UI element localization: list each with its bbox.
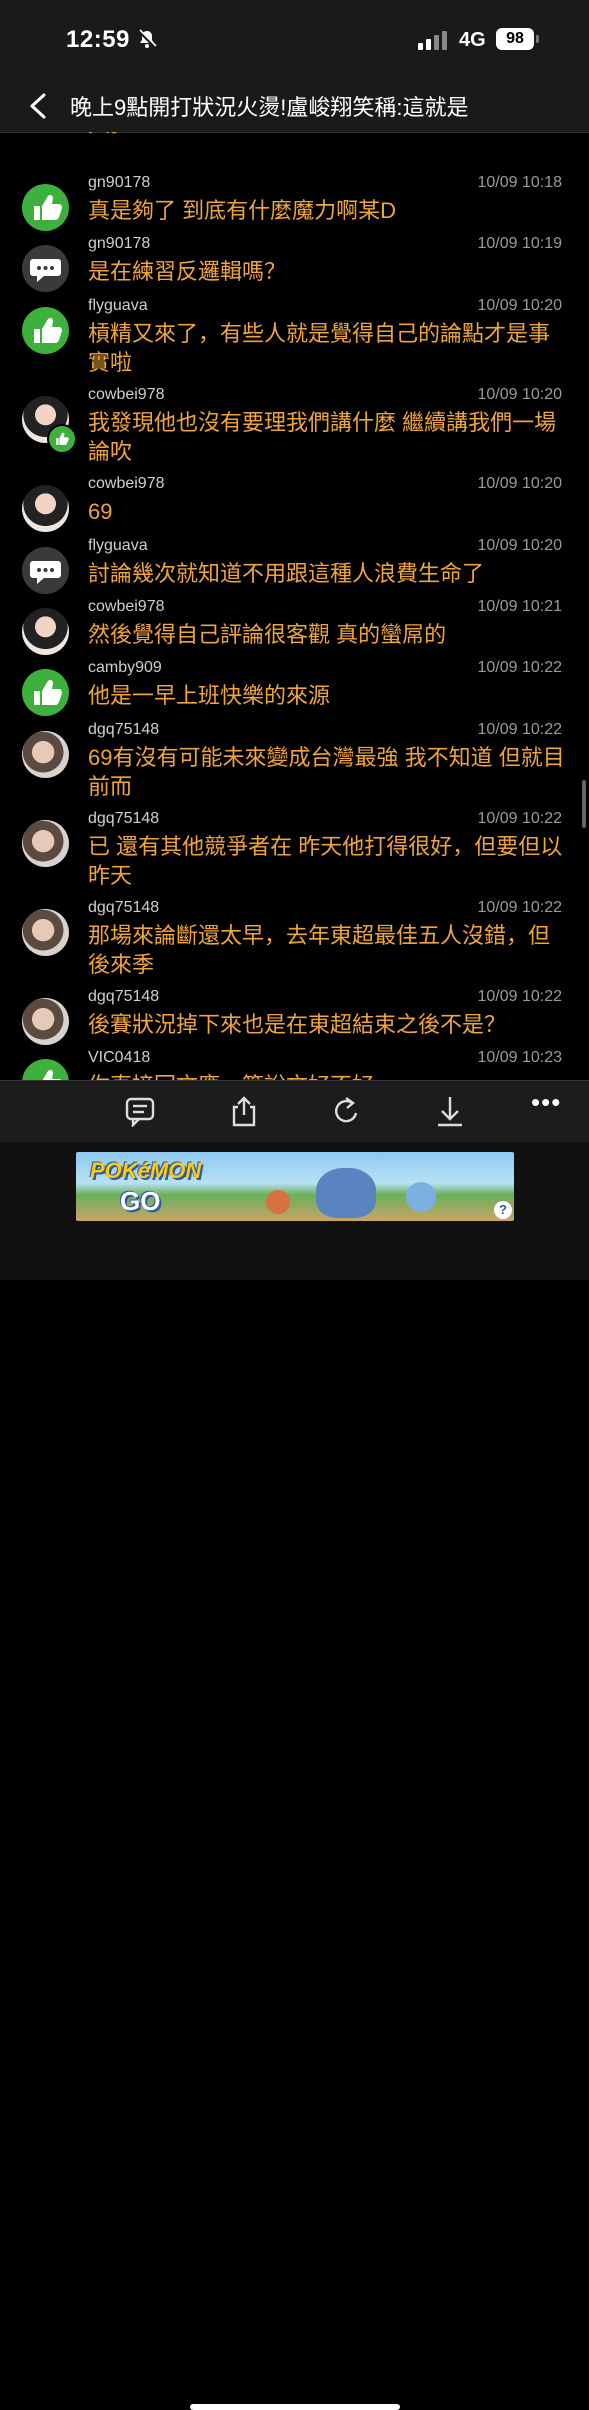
comment-text: 已 還有其他競爭者在 昨天他打得很好，但要但以昨天	[88, 834, 563, 888]
back-arrow-icon[interactable]	[26, 92, 52, 120]
scrollbar[interactable]	[582, 780, 586, 828]
comment-time: 10/09 10:19	[477, 235, 562, 252]
bottom-toolbar: •••	[0, 1080, 589, 1143]
comment-username: cowbei978	[88, 598, 165, 615]
pokemon-figure	[406, 1182, 436, 1212]
comment-text: 他是一早上班快樂的來源	[88, 683, 331, 708]
comment-username: gn90178	[88, 235, 151, 252]
comment-time: 10/09 10:20	[477, 475, 562, 492]
comment-time: 10/09 10:18	[477, 174, 562, 191]
home-indicator[interactable]	[190, 2404, 400, 2410]
ad-logo-sub: GO	[120, 1186, 161, 1216]
like-avatar-icon	[22, 669, 69, 716]
comment-text: 真是夠了 到底有什麼魔力啊某D	[88, 198, 397, 223]
comment-time: 10/09 10:20	[477, 386, 562, 403]
clock: 12:59	[66, 26, 130, 53]
comment-text: 討論幾次就知道不用跟這種人浪費生命了	[88, 561, 485, 586]
comment-text: 69	[88, 499, 113, 524]
comment-username: dgq75148	[88, 810, 160, 827]
comment-text: 那場來論斷還太早，去年東超最佳五人沒錯，但後來季	[88, 923, 551, 977]
comment-time: 10/09 10:20	[477, 537, 562, 554]
pokemon-figure	[266, 1190, 290, 1214]
chat-avatar-icon	[22, 547, 69, 594]
like-avatar-icon	[22, 184, 69, 231]
user-avatar	[22, 909, 69, 956]
comment-text: 槓精又來了，有些人就是覺得自己的論點才是事實啦	[88, 321, 551, 375]
bell-off-icon	[137, 29, 157, 49]
comment-time: 10/09 10:22	[477, 899, 562, 916]
like-badge-icon	[47, 424, 77, 454]
comment-list[interactable]: 人。 gn90178 10/09 10:18 真是夠了 到底有什麼魔力啊某D gn90…	[0, 132, 589, 1080]
comment-time: 10/09 10:22	[477, 659, 562, 676]
comment-username: flyguava	[88, 297, 148, 314]
share-icon[interactable]	[228, 1095, 260, 1127]
comment-username: gn90178	[88, 174, 151, 191]
network-type: 4G	[459, 29, 486, 51]
user-avatar	[22, 485, 69, 532]
ad-container: POKéMON GO ?	[0, 1142, 589, 2410]
comment-username: flyguava	[88, 537, 148, 554]
comment-time: 10/09 10:22	[477, 721, 562, 738]
comment-username: camby909	[88, 659, 162, 676]
pokemon-figure	[316, 1168, 376, 1218]
article-title: 晚上9點開打狀況火燙!盧峻翔笑稱:這就是	[70, 95, 469, 120]
user-avatar	[22, 998, 69, 1045]
comment-text: 69有沒有可能未來變成台灣最強 我不知道 但就目前而	[88, 745, 565, 799]
battery-cap	[536, 35, 539, 43]
signal-icon	[418, 31, 447, 50]
comment-time: 10/09 10:23	[477, 1049, 562, 1066]
refresh-icon[interactable]	[331, 1095, 363, 1127]
user-avatar	[22, 608, 69, 655]
like-avatar-icon	[22, 307, 69, 354]
user-avatar	[22, 731, 69, 778]
ad-banner[interactable]: POKéMON GO ?	[76, 1152, 514, 1221]
ad-help-icon[interactable]: ?	[494, 1201, 512, 1219]
comment-time: 10/09 10:21	[477, 598, 562, 615]
comment-time: 10/09 10:20	[477, 297, 562, 314]
ad-logo: POKéMON	[90, 1158, 202, 1183]
chat-avatar-icon	[22, 245, 69, 292]
download-icon[interactable]	[434, 1095, 466, 1127]
comment-text: 你直接回文應⋯簡說文好不好	[88, 1071, 568, 1080]
comment-time: 10/09 10:22	[477, 810, 562, 827]
comment-text: 是在練習反邏輯嗎？	[88, 259, 287, 284]
comment-text: 我發現他也沒有要理我們講什麼 繼續講我們一場論吹	[88, 410, 557, 464]
comment-text: 然後覺得自己評論很客觀 真的蠻屌的	[88, 622, 447, 647]
battery-level: 98	[496, 28, 534, 50]
status-bar: 12:59 4G 98	[0, 0, 589, 80]
more-icon[interactable]: •••	[531, 1087, 561, 1118]
comment-icon[interactable]	[124, 1095, 156, 1127]
comment-username: dgq75148	[88, 899, 160, 916]
partial-comment-text: 人。	[88, 132, 132, 140]
comment-username: cowbei978	[88, 475, 165, 492]
comment-username: dgq75148	[88, 721, 160, 738]
comment-username: cowbei978	[88, 386, 165, 403]
article-header: 晚上9點開打狀況火燙!盧峻翔笑稱:這就是	[0, 80, 589, 133]
comment-text: 後賽狀況掉下來也是在東超結束之後不是？	[88, 1012, 507, 1037]
comment-time: 10/09 10:22	[477, 988, 562, 1005]
comment-username: VIC0418	[88, 1049, 151, 1066]
comment-username: dgq75148	[88, 988, 160, 1005]
user-avatar	[22, 820, 69, 867]
like-avatar-icon	[22, 1059, 69, 1080]
